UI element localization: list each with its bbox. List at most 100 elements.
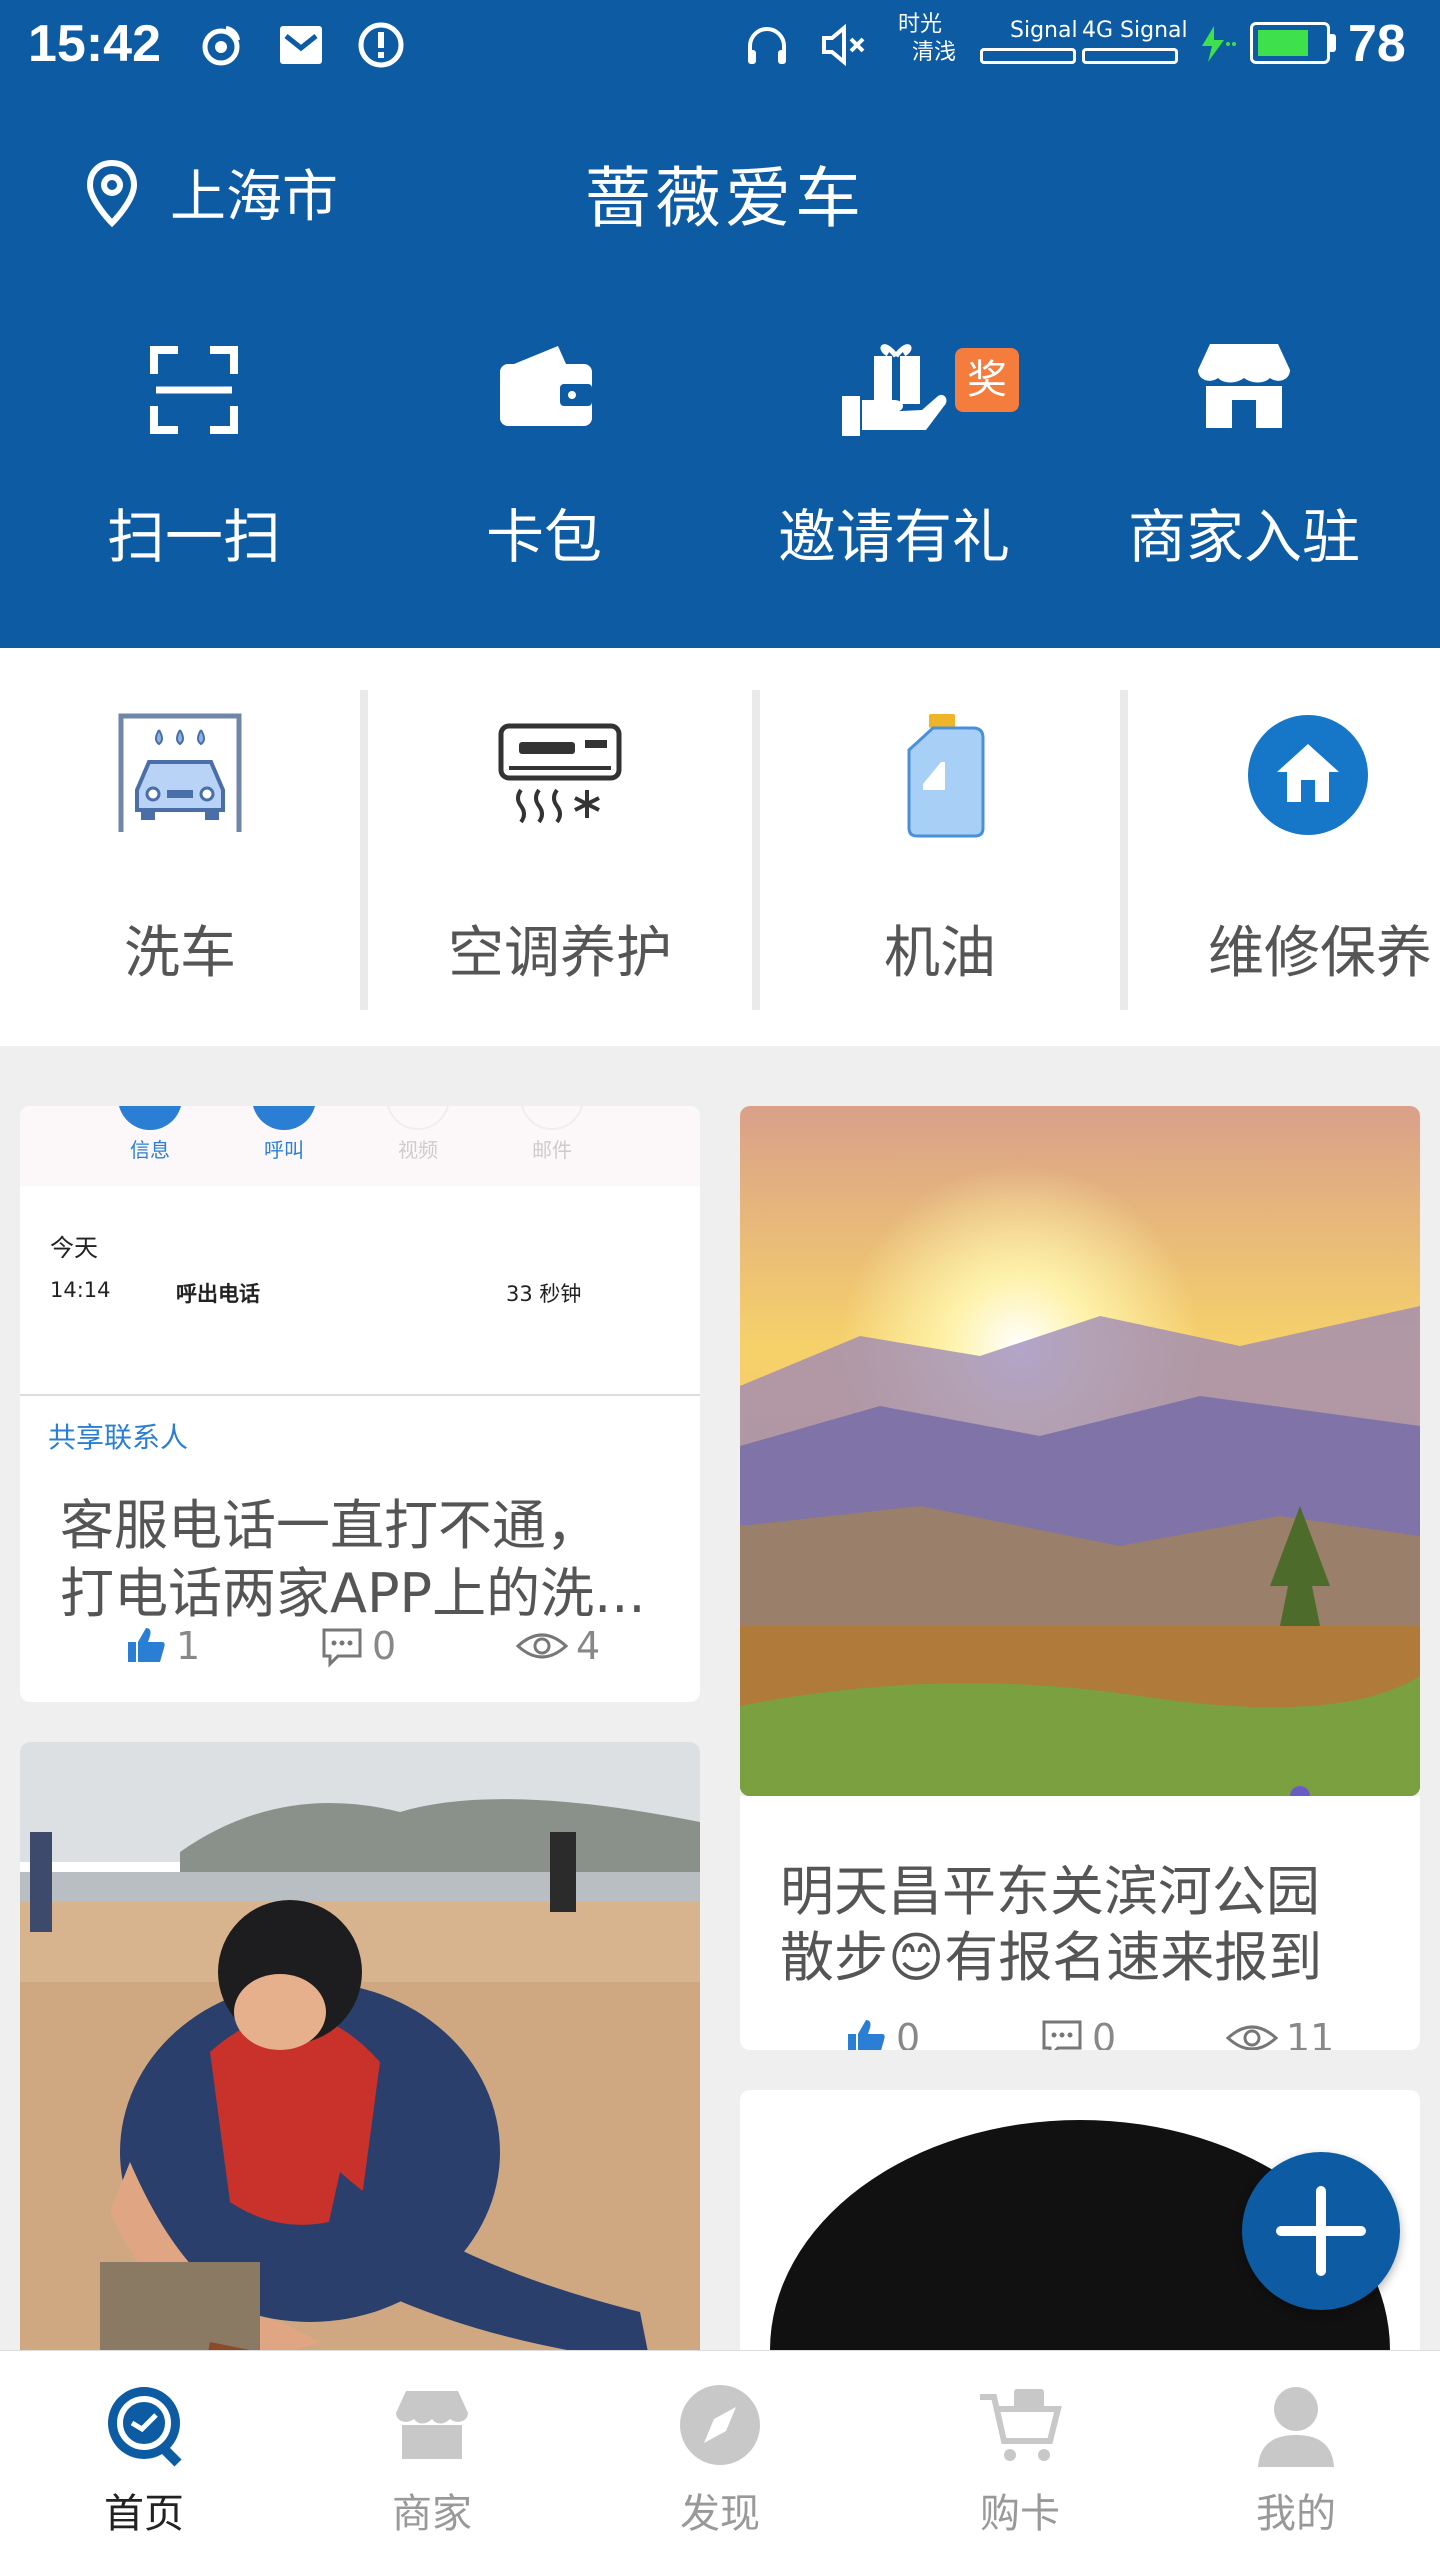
service-divider <box>360 690 368 1010</box>
service-car-wash[interactable]: 洗车 <box>0 690 360 1010</box>
signal2-label: 4G Signal <box>1082 18 1188 43</box>
post-title-line1: 明天昌平东关滨河公园 <box>780 1860 1320 1923</box>
charging-icon <box>1202 26 1236 62</box>
post-stats: 0 0 11 <box>740 2008 1420 2050</box>
service-engine-oil-label: 机油 <box>884 921 996 986</box>
service-car-wash-label: 洗车 <box>124 921 236 986</box>
repair-home-icon <box>1248 715 1368 835</box>
home-logo-icon <box>108 2387 182 2467</box>
cart-icon <box>980 2389 1062 2461</box>
battery-indicator <box>1250 22 1330 64</box>
scan-button[interactable]: 扫一扫 <box>14 330 374 590</box>
call-log-type: 呼出电话 <box>176 1282 260 1306</box>
comment-icon <box>1042 2020 1082 2050</box>
thumbs-up-icon <box>848 2020 885 2050</box>
call-log-day: 今天 <box>50 1234 98 1262</box>
weibo-icon <box>202 26 240 66</box>
eye-icon <box>516 1633 568 1659</box>
battery-cap <box>1330 34 1336 52</box>
scan-label: 扫一扫 <box>106 503 281 571</box>
signal1-bars <box>980 48 1076 64</box>
app-header: 上海市 蔷薇爱车 扫一扫 卡包 邀请有礼 商家入驻 奖 <box>0 90 1440 648</box>
post-card-customer-service[interactable]: 信息 呼叫 视频 邮件 今天 14:14 呼出电话 33 秒钟 共享联系人 客服… <box>20 1106 700 1702</box>
shop-icon <box>396 2391 468 2459</box>
call-log-header: 信息 呼叫 视频 邮件 <box>20 1106 700 1186</box>
invite-button[interactable]: 邀请有礼 <box>714 330 1074 590</box>
call-log-action: 邮件 <box>532 1138 572 1162</box>
service-ac-care[interactable]: 空调养护 <box>368 690 752 1010</box>
view-stat: 11 <box>1226 2008 1334 2050</box>
invite-label: 邀请有礼 <box>777 503 1010 571</box>
nav-home-label: 首页 <box>104 2491 184 2537</box>
comment-icon <box>322 1628 362 1668</box>
view-stat: 4 <box>516 1616 600 1676</box>
signal2-bars <box>1082 48 1178 64</box>
bottom-navigation: 首页 商家 发现 购卡 我的 <box>0 2350 1440 2560</box>
service-repair[interactable]: 维修保养 <box>1128 690 1440 1010</box>
nav-discover[interactable]: 发现 <box>576 2351 864 2560</box>
engine-oil-icon <box>907 714 985 838</box>
post-image-sunrise-landscape <box>740 1106 1420 1796</box>
alert-icon <box>358 22 404 68</box>
post-card-park-walk[interactable] <box>740 1106 1420 1796</box>
comment-stat[interactable]: 0 <box>1040 2008 1116 2050</box>
nav-buy-card[interactable]: 购卡 <box>876 2351 1164 2560</box>
nav-profile-label: 我的 <box>1256 2491 1336 2537</box>
user-icon <box>1258 2387 1334 2467</box>
mail-icon <box>280 26 322 64</box>
comment-count: 0 <box>1092 2016 1117 2050</box>
scan-icon <box>150 346 238 434</box>
carrier-line1: 时光 <box>898 12 943 37</box>
view-count: 11 <box>1286 2016 1335 2050</box>
post-title-part: 有报名速来报到 <box>944 1926 1323 1989</box>
nav-shop[interactable]: 商家 <box>288 2351 576 2560</box>
comment-stat[interactable]: 0 <box>320 1616 396 1676</box>
share-contact-link: 共享联系人 <box>48 1421 189 1454</box>
nav-discover-label: 发现 <box>680 2491 760 2537</box>
call-log-duration: 33 秒钟 <box>506 1282 582 1306</box>
post-card-park-walk-body[interactable]: 明天昌平东关滨河公园 散步😊有报名速来报到 0 0 11 <box>740 1796 1420 2050</box>
status-bar: 15:42 时光 清浅 Signal 4G Signal 78 <box>0 0 1440 90</box>
car-wash-icon <box>118 713 242 832</box>
city-name: 上海市 <box>170 165 338 230</box>
nav-buy-card-label: 购卡 <box>980 2491 1060 2537</box>
post-image-call-log: 信息 呼叫 视频 邮件 今天 14:14 呼出电话 33 秒钟 <box>20 1106 700 1396</box>
like-stat[interactable]: 1 <box>124 1616 200 1676</box>
battery-fill <box>1258 30 1308 56</box>
nav-profile[interactable]: 我的 <box>1152 2351 1440 2560</box>
like-stat[interactable]: 0 <box>844 2008 920 2050</box>
thumbs-up-icon <box>128 1628 165 1662</box>
create-post-button[interactable] <box>1242 2152 1400 2310</box>
smile-emoji: 😊 <box>888 1926 945 1989</box>
call-log-action: 信息 <box>130 1138 170 1162</box>
video-icon <box>386 1106 450 1130</box>
service-row: 洗车 空调养护 机油 维修保养 <box>0 648 1440 1046</box>
merchant-join-button[interactable]: 商家入驻 <box>1064 330 1424 590</box>
status-time: 15:42 <box>28 15 161 73</box>
merchant-join-label: 商家入驻 <box>1127 503 1360 571</box>
post-feed: 信息 呼叫 视频 邮件 今天 14:14 呼出电话 33 秒钟 共享联系人 客服… <box>0 1046 1440 2350</box>
post-stats: 1 0 4 <box>20 1616 700 1676</box>
post-title-line2: 散步😊有报名速来报到 <box>780 1924 1380 1992</box>
post-title-part: 散步 <box>780 1926 888 1989</box>
phone-icon <box>252 1106 316 1130</box>
location-pin-icon <box>86 159 138 227</box>
service-ac-care-label: 空调养护 <box>448 921 672 986</box>
compass-icon <box>680 2385 760 2465</box>
headphones-icon <box>748 27 786 64</box>
service-engine-oil[interactable]: 机油 <box>760 690 1120 1010</box>
city-selector[interactable]: 上海市 <box>80 152 338 233</box>
like-count: 0 <box>896 2016 921 2050</box>
nav-home[interactable]: 首页 <box>0 2351 288 2560</box>
nav-shop-label: 商家 <box>392 2491 472 2537</box>
app-title: 蔷薇爱车 <box>585 160 865 237</box>
mute-icon <box>822 23 865 67</box>
post-card-beach-photo[interactable] <box>20 1742 700 2350</box>
like-count: 1 <box>176 1624 201 1668</box>
gift-hand-icon <box>842 344 947 436</box>
signal1-label: Signal <box>1010 18 1078 43</box>
service-divider <box>752 690 760 1010</box>
wallet-button[interactable]: 卡包 <box>364 330 724 590</box>
battery-level: 78 <box>1348 15 1406 73</box>
email-icon <box>520 1106 584 1130</box>
